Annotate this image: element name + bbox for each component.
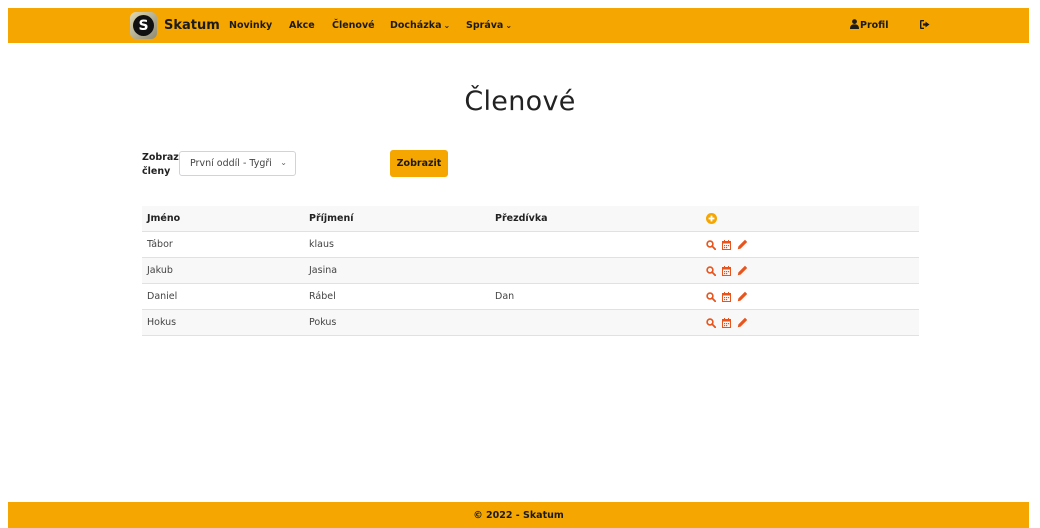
- cell-prezdivka: Dan: [490, 283, 701, 310]
- group-select[interactable]: První oddíl - Tygři ⌄: [179, 151, 296, 176]
- pencil-icon[interactable]: [737, 239, 748, 250]
- navbar: S Skatum Novinky Akce Členové Docházka ⌄ …: [8, 8, 1029, 43]
- chevron-down-icon: ⌄: [280, 158, 287, 167]
- header-prezdivka: Přezdívka: [490, 206, 701, 232]
- user-icon: [850, 19, 859, 29]
- table-row: Daniel Rábel Dan: [142, 283, 919, 310]
- nav-item-sprava[interactable]: Správa ⌄: [466, 8, 512, 43]
- pencil-icon[interactable]: [737, 265, 748, 276]
- search-icon[interactable]: [706, 317, 716, 328]
- footer: © 2022 - Skatum: [8, 502, 1029, 528]
- calendar-icon[interactable]: [722, 239, 731, 250]
- brand[interactable]: S Skatum: [130, 10, 220, 41]
- logo-letter: S: [133, 15, 154, 36]
- cell-actions: [701, 231, 919, 258]
- show-members-button[interactable]: Zobrazit: [390, 150, 448, 177]
- cell-actions: [701, 309, 919, 336]
- brand-name: Skatum: [164, 18, 220, 33]
- profile-label: Profil: [860, 20, 889, 31]
- calendar-icon[interactable]: [722, 265, 731, 276]
- logout-button[interactable]: [920, 8, 930, 43]
- table-row: Hokus Pokus: [142, 309, 919, 336]
- pencil-icon[interactable]: [737, 291, 748, 302]
- nav-item-sprava-label: Správa: [466, 20, 504, 31]
- chevron-down-icon: ⌄: [443, 21, 451, 30]
- nav-item-clenove[interactable]: Členové: [332, 8, 375, 43]
- calendar-icon[interactable]: [722, 317, 731, 328]
- cell-jmeno: Daniel: [142, 283, 304, 310]
- cell-jmeno: Hokus: [142, 309, 304, 336]
- calendar-icon[interactable]: [722, 291, 731, 302]
- page-title: Členové: [464, 86, 576, 117]
- nav-item-akce[interactable]: Akce: [289, 8, 315, 43]
- cell-prijmeni: klaus: [304, 231, 490, 258]
- search-icon[interactable]: [706, 239, 716, 250]
- search-icon[interactable]: [706, 265, 716, 276]
- search-icon[interactable]: [706, 291, 716, 302]
- cell-prezdivka: [490, 309, 701, 336]
- logo: S: [130, 12, 157, 39]
- nav-item-dochazka-label: Docházka: [390, 20, 442, 31]
- cell-prezdivka: [490, 231, 701, 258]
- header-actions: [701, 206, 919, 232]
- plus-circle-icon[interactable]: [706, 213, 717, 224]
- table-row: Jakub Jasina: [142, 257, 919, 284]
- chevron-down-icon: ⌄: [505, 21, 513, 30]
- pencil-icon[interactable]: [737, 317, 748, 328]
- cell-actions: [701, 283, 919, 310]
- cell-prijmeni: Rábel: [304, 283, 490, 310]
- cell-prijmeni: Jasina: [304, 257, 490, 284]
- cell-prezdivka: [490, 257, 701, 284]
- cell-prijmeni: Pokus: [304, 309, 490, 336]
- footer-text: © 2022 - Skatum: [473, 509, 564, 521]
- logout-icon: [920, 20, 930, 29]
- header-prijmeni: Příjmení: [304, 206, 490, 232]
- table-header-row: Jméno Příjmení Přezdívka: [142, 206, 919, 232]
- cell-jmeno: Jakub: [142, 257, 304, 284]
- nav-item-novinky[interactable]: Novinky: [229, 8, 272, 43]
- nav-profile[interactable]: Profil: [850, 8, 888, 43]
- members-table: Jméno Příjmení Přezdívka Tábor klaus Jak…: [142, 206, 919, 336]
- group-select-value: První oddíl - Tygři: [190, 158, 272, 169]
- header-jmeno: Jméno: [142, 206, 304, 232]
- table-row: Tábor klaus: [142, 231, 919, 258]
- cell-actions: [701, 257, 919, 284]
- nav-item-dochazka[interactable]: Docházka ⌄: [390, 8, 450, 43]
- cell-jmeno: Tábor: [142, 231, 304, 258]
